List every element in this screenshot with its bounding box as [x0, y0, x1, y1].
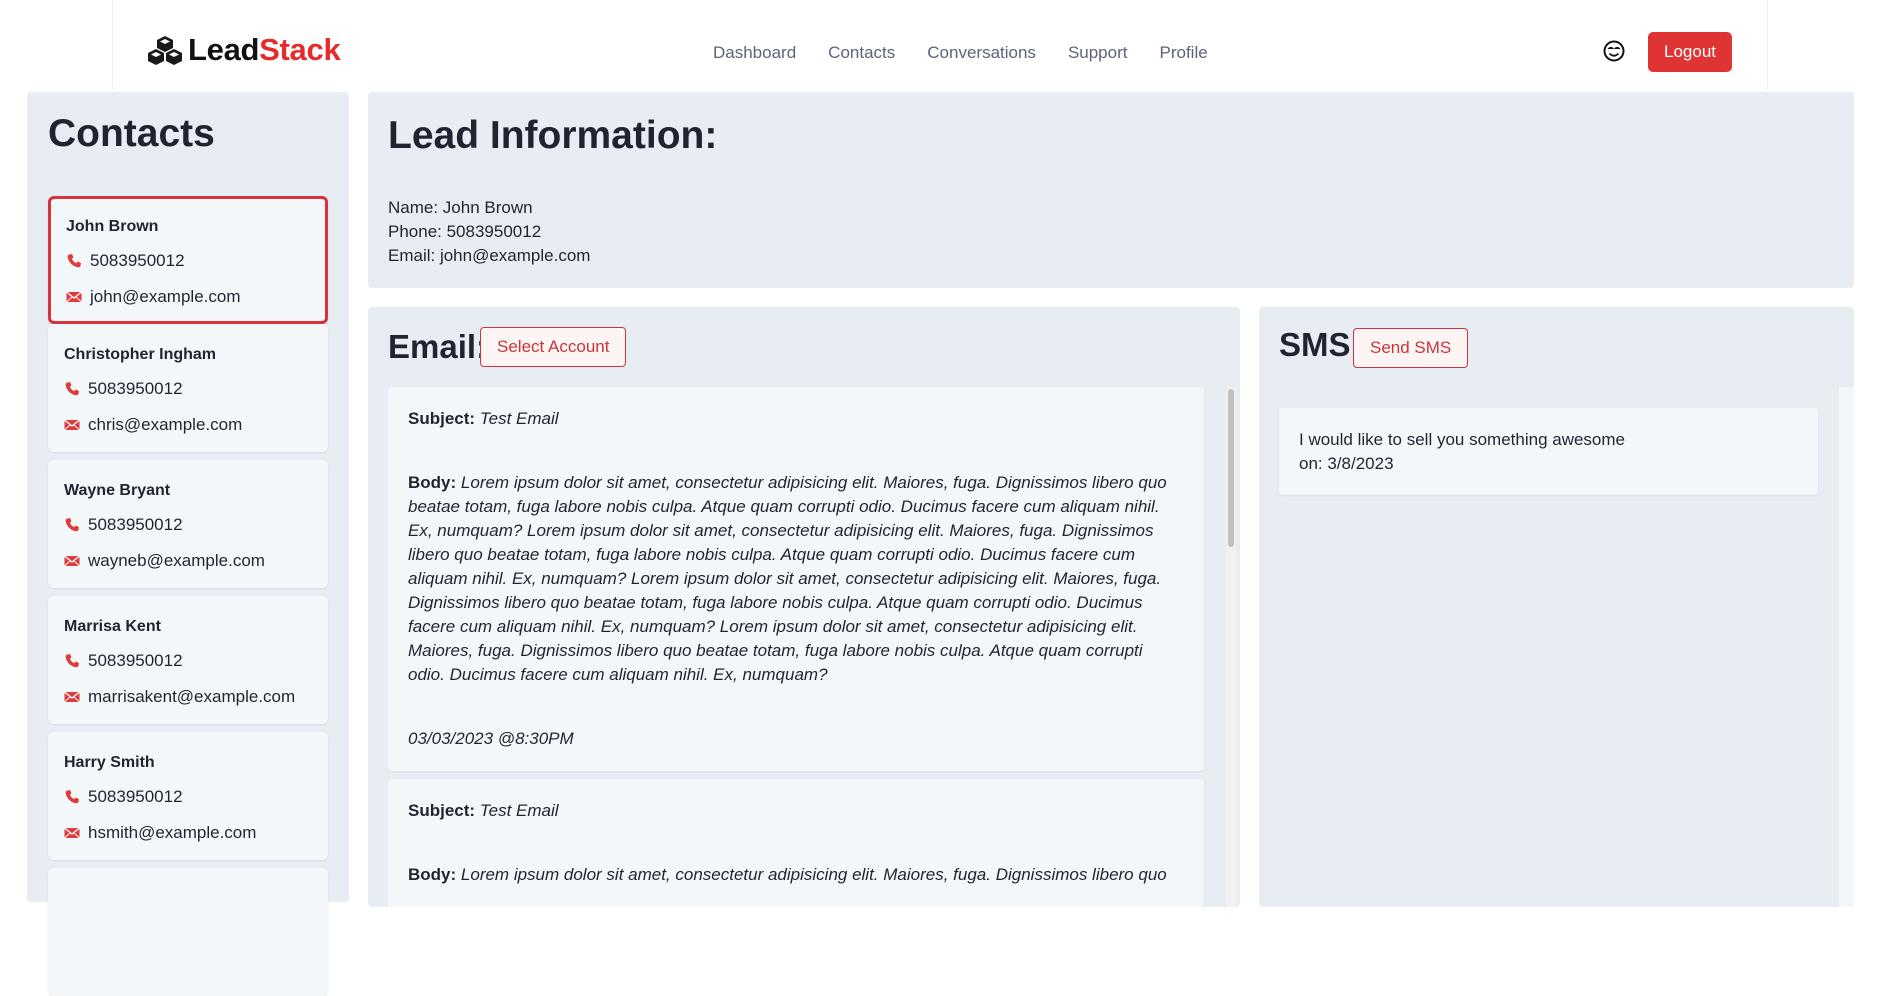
body-label: Body:	[408, 865, 457, 884]
subject-text: Test Email	[479, 801, 559, 820]
contact-phone-text: 5083950012	[88, 651, 183, 670]
phone-icon	[67, 254, 81, 268]
lead-title: Lead Information:	[388, 114, 718, 157]
contacts-sidebar: Contacts John Brown 5083950012 john@exam…	[27, 92, 349, 996]
contact-email-text: chris@example.com	[88, 415, 243, 434]
phone-icon	[65, 518, 79, 532]
logo-text-lead: Lead	[188, 32, 260, 67]
mail-icon	[64, 419, 80, 431]
sms-text: I would like to sell you something aweso…	[1299, 430, 1625, 449]
email-title: Email:	[388, 328, 488, 365]
contact-email-text: john@example.com	[90, 287, 241, 306]
contact-phone: 5083950012	[66, 251, 185, 271]
email-body: Body: Lorem ipsum dolor sit amet, consec…	[408, 471, 1184, 687]
contact-phone: 5083950012	[64, 787, 183, 807]
sms-title: SMS:	[1279, 326, 1362, 363]
subject-label: Subject:	[408, 409, 476, 428]
contact-phone: 5083950012	[64, 651, 183, 671]
lead-phone: Phone: 5083950012	[388, 222, 542, 241]
contact-email: hsmith@example.com	[64, 823, 256, 843]
lead-details: Name: John Brown Phone: 5083950012 Email…	[388, 196, 590, 268]
lead-name: Name: John Brown	[388, 198, 533, 217]
contact-email: chris@example.com	[64, 415, 242, 435]
sms-message: I would like to sell you something aweso…	[1279, 408, 1818, 495]
contact-card-partial[interactable]	[48, 868, 328, 996]
email-message: Subject: Test Email Body: Lorem ipsum do…	[388, 779, 1204, 907]
phone-icon	[65, 382, 79, 396]
contact-card[interactable]: Wayne Bryant 5083950012 wayneb@example.c…	[48, 460, 328, 588]
sidebar-title: Contacts	[48, 112, 215, 155]
contact-name: Marrisa Kent	[64, 618, 161, 635]
mail-icon	[66, 291, 82, 303]
email-subject: Subject: Test Email	[408, 799, 1184, 823]
contact-phone: 5083950012	[64, 515, 183, 535]
contact-name: Wayne Bryant	[64, 482, 171, 499]
sms-panel: SMS: Send SMS I would like to sell you s…	[1259, 307, 1854, 907]
contact-phone-text: 5083950012	[88, 787, 183, 806]
body-text: Lorem ipsum dolor sit amet, consectetur …	[408, 473, 1167, 684]
phone-icon	[65, 654, 79, 668]
main-nav: Dashboard Contacts Conversations Support…	[713, 43, 1208, 63]
contact-phone-text: 5083950012	[88, 379, 183, 398]
contact-phone-text: 5083950012	[88, 515, 183, 534]
send-sms-button[interactable]: Send SMS	[1353, 328, 1469, 368]
smiley-face-icon[interactable]	[1603, 40, 1625, 62]
contact-email: marrisakent@example.com	[64, 687, 295, 707]
contact-email: wayneb@example.com	[64, 551, 265, 571]
contact-name: John Brown	[66, 218, 159, 235]
logo-text-stack: Stack	[259, 32, 341, 67]
nav-contacts[interactable]: Contacts	[828, 43, 895, 63]
subject-text: Test Email	[479, 409, 559, 428]
email-scrollbar[interactable]	[1226, 387, 1236, 907]
logout-button[interactable]: Logout	[1648, 32, 1732, 72]
scrollbar-thumb[interactable]	[1228, 389, 1234, 547]
sms-date: on: 3/8/2023	[1299, 454, 1394, 473]
nav-dashboard[interactable]: Dashboard	[713, 43, 796, 63]
sms-scrollbar[interactable]	[1839, 387, 1854, 907]
email-body: Body: Lorem ipsum dolor sit amet, consec…	[408, 863, 1184, 887]
email-date-text: 03/03/2023 @8:30PM	[408, 729, 574, 748]
email-date: 03/03/2023 @8:30PM	[408, 727, 1184, 751]
subject-label: Subject:	[408, 801, 476, 820]
mail-icon	[64, 827, 80, 839]
mail-icon	[64, 691, 80, 703]
contact-name: Christopher Ingham	[64, 346, 217, 363]
email-subject: Subject: Test Email	[408, 407, 1184, 431]
lead-email: Email: john@example.com	[388, 246, 591, 265]
nav-support[interactable]: Support	[1068, 43, 1128, 63]
body-text: Lorem ipsum dolor sit amet, consectetur …	[460, 865, 1167, 884]
contact-name: Harry Smith	[64, 754, 155, 771]
contact-phone: 5083950012	[64, 379, 183, 399]
select-account-button[interactable]: Select Account	[480, 327, 627, 367]
contact-email-text: marrisakent@example.com	[88, 687, 296, 706]
contact-phone-text: 5083950012	[90, 251, 185, 270]
contact-card[interactable]: Marrisa Kent 5083950012 marrisakent@exam…	[48, 596, 328, 724]
contact-card[interactable]: Christopher Ingham 5083950012 chris@exam…	[48, 324, 328, 452]
body-label: Body:	[408, 473, 457, 492]
nav-conversations[interactable]: Conversations	[927, 43, 1036, 63]
contact-card[interactable]: Harry Smith 5083950012 hsmith@example.co…	[48, 732, 328, 860]
mail-icon	[64, 555, 80, 567]
phone-icon	[65, 790, 79, 804]
contact-email: john@example.com	[66, 287, 241, 307]
nav-profile[interactable]: Profile	[1159, 43, 1207, 63]
email-list[interactable]: Subject: Test Email Body: Lorem ipsum do…	[388, 387, 1206, 907]
email-panel: Email: Select Account Subject: Test Emai…	[368, 307, 1240, 907]
contact-card-selected[interactable]: John Brown 5083950012 john@example.com	[48, 196, 328, 324]
contact-email-text: hsmith@example.com	[88, 823, 257, 842]
top-header: Lead Stack Dashboard Contacts Conversatio…	[0, 0, 1878, 90]
email-message: Subject: Test Email Body: Lorem ipsum do…	[388, 387, 1204, 771]
logo[interactable]: Lead Stack	[148, 32, 341, 68]
boxes-logo-icon	[148, 36, 182, 65]
contact-email-text: wayneb@example.com	[88, 551, 265, 570]
lead-information-panel: Lead Information: Name: John Brown Phone…	[368, 92, 1854, 288]
